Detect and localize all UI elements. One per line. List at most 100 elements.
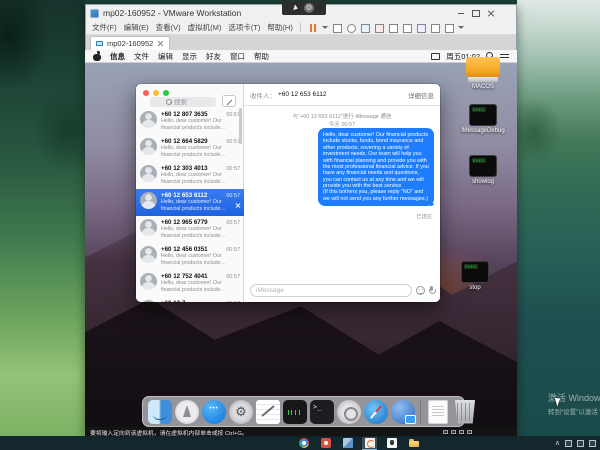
taskbar-file-explorer[interactable]	[406, 437, 421, 450]
macos-menu-item[interactable]: 好友	[206, 51, 221, 62]
vmware-menu-item[interactable]: 编辑(E)	[124, 22, 149, 33]
taskbar-chrome[interactable]	[296, 437, 311, 450]
details-button[interactable]: 详细信息	[408, 90, 434, 100]
macos-menu-item[interactable]: 帮助	[254, 51, 269, 62]
device-status-icon[interactable]	[451, 430, 456, 434]
conversation-row[interactable]: +60 12 700:57Hello, dear customer! Our f…	[136, 297, 244, 302]
maximize-button[interactable]	[468, 7, 483, 19]
vm-tab[interactable]: mp02-160952	[90, 36, 170, 50]
device-status-icon[interactable]	[443, 430, 448, 434]
desktop-icon-imessagedebug[interactable]: EXECiMessageDebug	[455, 104, 511, 134]
fullscreen-icon[interactable]	[416, 23, 426, 33]
windows-wallpaper-left	[0, 0, 85, 436]
compose-button[interactable]	[222, 95, 236, 107]
tray-icon[interactable]	[565, 440, 572, 447]
activity-monitor-dock-icon[interactable]	[283, 400, 307, 424]
conversation-row[interactable]: +60 12 965 677900:57Hello, dear customer…	[136, 216, 244, 243]
chevron-up-icon[interactable]	[555, 439, 560, 447]
search-input[interactable]	[174, 99, 200, 106]
network-dock-icon[interactable]	[391, 400, 415, 424]
conversation-row[interactable]: +60 12 653 611200:57Hello, dear customer…	[136, 189, 244, 216]
screen: mp02-160952 - VMware Workstation 文件(F)编辑…	[0, 0, 600, 450]
console-view-icon[interactable]	[444, 23, 454, 33]
device-status-icon[interactable]	[467, 430, 472, 434]
microphone-icon[interactable]	[429, 286, 434, 295]
desktop-icon-stop[interactable]: EXECstop	[453, 261, 497, 291]
contact-avatar	[140, 165, 157, 182]
zoom-window-icon[interactable]	[163, 90, 169, 96]
safari-dock-icon[interactable]	[364, 400, 388, 424]
system-preferences-dock-icon[interactable]	[229, 400, 253, 424]
device-status-icon[interactable]	[459, 430, 464, 434]
finder-dock-icon[interactable]	[148, 400, 172, 424]
desktop-icon-label: MACOS	[472, 84, 494, 90]
close-button[interactable]	[483, 7, 498, 19]
contact-avatar	[140, 246, 157, 263]
display-status-icon[interactable]	[431, 53, 440, 60]
tab-close-icon[interactable]	[157, 40, 164, 47]
tray-icon[interactable]	[577, 440, 584, 447]
windows-taskbar	[0, 436, 600, 450]
gear-icon[interactable]	[304, 3, 314, 13]
conversation-row[interactable]: +60 12 456 035100:57Hello, dear customer…	[136, 243, 244, 270]
thumbnail-bar-icon[interactable]	[402, 23, 412, 33]
document-dock-icon[interactable]	[428, 400, 448, 424]
library-panel-icon[interactable]	[388, 23, 398, 33]
chrome-icon	[299, 438, 309, 448]
contact-number: +60 12 965 6779	[161, 219, 208, 226]
terminal-dock-icon[interactable]	[310, 400, 334, 424]
conversation-row[interactable]: +60 12 752 404100:57Hello, dear customer…	[136, 270, 244, 297]
vmware-tabbar: mp02-160952	[86, 35, 516, 51]
tray-icon[interactable]	[589, 440, 596, 447]
desktop-icon-label: iMessageDebug	[461, 128, 504, 134]
close-conversation-icon[interactable]	[235, 202, 241, 208]
clock-icon[interactable]	[346, 23, 356, 33]
macos-menu-item[interactable]: 信息	[110, 51, 125, 62]
macos-menu-item[interactable]: 显示	[182, 51, 197, 62]
apple-menu-icon[interactable]	[93, 52, 101, 61]
launchpad-dock-icon[interactable]	[175, 400, 199, 424]
textedit-dock-icon[interactable]	[256, 400, 280, 424]
search-field[interactable]	[150, 97, 216, 107]
macos-menu-item[interactable]: 窗口	[230, 51, 245, 62]
minimize-window-icon[interactable]	[153, 90, 159, 96]
close-window-icon[interactable]	[143, 90, 149, 96]
taskbar-white-app[interactable]	[384, 437, 399, 450]
macos-menu-item[interactable]: 文件	[134, 51, 149, 62]
macos-menu-item[interactable]: 编辑	[158, 51, 173, 62]
floating-capture-toolbar[interactable]	[282, 1, 326, 15]
terminal-icon: EXEC	[461, 261, 489, 283]
taskbar-c-app[interactable]	[362, 437, 377, 450]
messages-dock-icon[interactable]	[202, 400, 226, 424]
taskbar-blue-app[interactable]	[340, 437, 355, 450]
vmware-menu-item[interactable]: 虚拟机(M)	[188, 22, 222, 33]
taskbar-red-app[interactable]	[318, 437, 333, 450]
conversation-preview: Hello, dear customer! Our financial prod…	[161, 118, 240, 131]
conversation-row[interactable]: +60 12 303 401300:57Hello, dear customer…	[136, 162, 244, 189]
unity-icon[interactable]	[430, 23, 440, 33]
stamp-dock-icon[interactable]	[337, 400, 361, 424]
contact-avatar	[140, 111, 157, 128]
messages-thread-pane: 收件人： +60 12 653 6112 详细信息 与“+60 12 653 6…	[244, 84, 440, 302]
vmware-menu-item[interactable]: 帮助(H)	[267, 22, 292, 33]
system-tray	[555, 436, 596, 450]
vmware-menu-item[interactable]: 查看(V)	[156, 22, 181, 33]
list-scrollbar[interactable]	[239, 108, 242, 144]
message-input[interactable]	[250, 284, 412, 297]
conversation-row[interactable]: +60 12 664 582900:57Hello, dear customer…	[136, 135, 244, 162]
contact-number: +60 12 653 6112	[161, 192, 207, 199]
console-dropdown-icon[interactable]	[458, 23, 464, 33]
vm-device-icons	[443, 430, 472, 434]
snapshot-icon[interactable]	[360, 23, 370, 33]
conversation-row[interactable]: +60 12 807 363500:57Hello, dear customer…	[136, 108, 244, 135]
vmware-menu-item[interactable]: 选项卡(T)	[228, 22, 260, 33]
revert-snapshot-icon[interactable]	[374, 23, 384, 33]
pause-button-icon[interactable]	[308, 23, 318, 33]
send-ctrl-alt-del-icon[interactable]	[332, 23, 342, 33]
desktop-icon-showlog[interactable]: EXECshowlog	[461, 155, 505, 185]
desktop-icon-macos[interactable]: MACOS	[461, 57, 505, 90]
vmware-menu-item[interactable]: 文件(F)	[92, 22, 117, 33]
emoji-icon[interactable]	[416, 286, 425, 295]
pause-dropdown-icon[interactable]	[322, 23, 328, 33]
minimize-button[interactable]	[453, 7, 468, 19]
